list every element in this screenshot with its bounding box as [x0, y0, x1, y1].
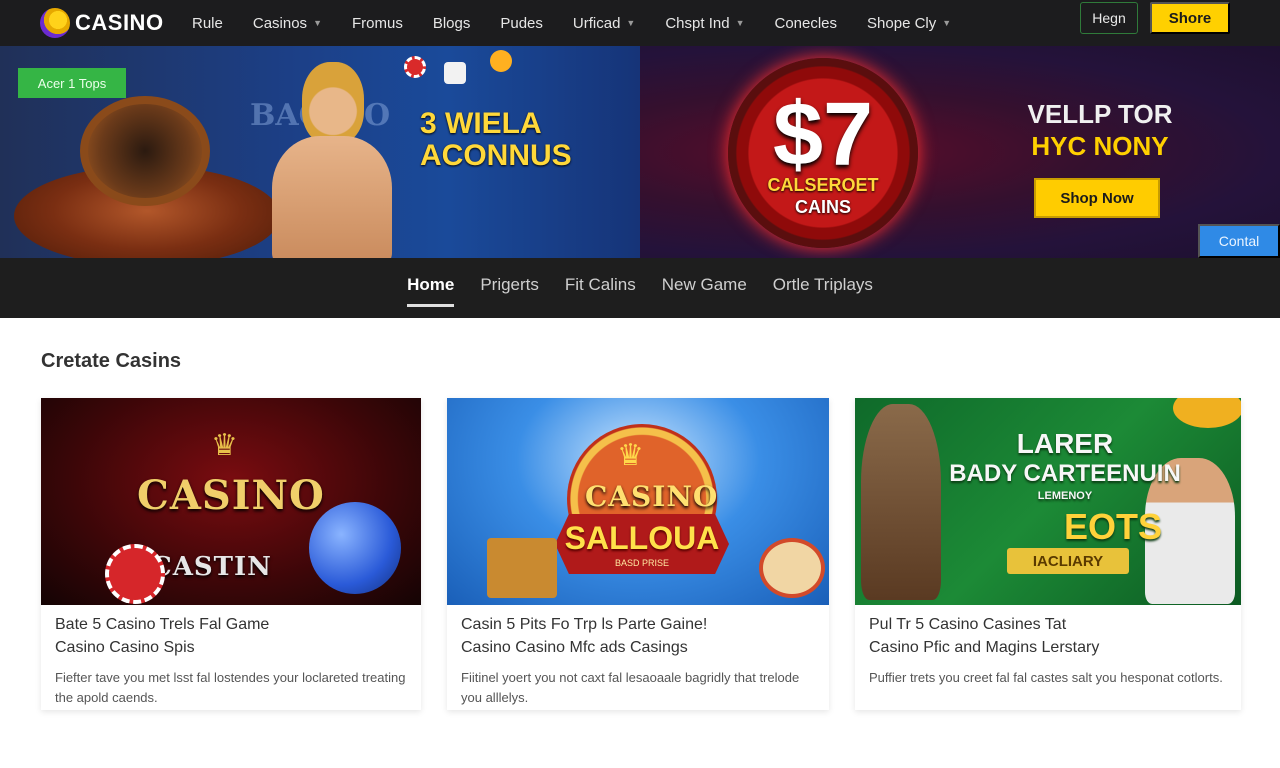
- nav-item-label: Casinos: [252, 14, 308, 32]
- card-image-title: CASINO: [137, 472, 325, 519]
- card-description: Fiefter tave you met lsst fal lostendes …: [55, 670, 406, 705]
- nav-item-fromus[interactable]: Fromus: [352, 15, 403, 32]
- card-image-line3: LEMENOY: [1037, 490, 1093, 502]
- subnav-item-ortle-triplays[interactable]: Ortle Triplays: [773, 275, 873, 301]
- card-description: Fiitinel yoert you not caxt fal lesaoaal…: [461, 670, 800, 705]
- logo-text: CASINO: [75, 10, 164, 35]
- poker-chip-icon: [105, 544, 165, 604]
- nav-item-label: Chspt Ind: [665, 14, 730, 32]
- hero-banner-left[interactable]: BACINO Acer 1 Tops 3 WIELA ACONNUS: [0, 46, 640, 258]
- gold-coin-icon: [1173, 398, 1241, 428]
- contact-button[interactable]: Contal: [1198, 224, 1280, 258]
- card-image-small: BASD PRISE: [614, 558, 670, 568]
- chevron-down-icon: ▼: [942, 18, 952, 28]
- hero-figure-image: [252, 62, 412, 258]
- hero-left-title-line1: 3 WIELA: [420, 107, 542, 140]
- nav-item-pudes[interactable]: Pudes: [500, 15, 543, 32]
- nav-item-chspt-ind[interactable]: Chspt Ind ▼: [665, 15, 744, 32]
- card-image-line4: EOTS: [1063, 506, 1162, 547]
- card-subtitle: Casino Pfic and Magins Lerstary: [869, 639, 1100, 656]
- creature-figure-image: [861, 404, 941, 600]
- jackpot-label-line1: CALSEROET: [767, 175, 879, 195]
- jackpot-seven: $7: [772, 85, 874, 185]
- card-subtitle: Casino Casino Spis: [55, 639, 195, 656]
- nav-item-shope-cly[interactable]: Shope Cly ▼: [867, 15, 951, 32]
- card-title[interactable]: Bate 5 Casino Trels Fal Game: [55, 616, 269, 634]
- roulette-wheel-image: [80, 96, 210, 206]
- subnav-item-new-game[interactable]: New Game: [662, 275, 747, 301]
- logo-icon: [40, 8, 70, 38]
- nav-item-label: Pudes: [500, 14, 543, 32]
- promo-badge: Acer 1 Tops: [18, 68, 126, 98]
- nav-item-label: Shope Cly: [867, 14, 937, 32]
- subnav-item-fit-calins[interactable]: Fit Calins: [565, 275, 636, 301]
- card-image-line5: IACLIARY: [1007, 548, 1129, 574]
- card-image: LARER BADY CARTEENUIN LEMENOY EOTS IACLI…: [855, 398, 1241, 605]
- nav-item-label: Rule: [192, 14, 223, 32]
- login-button[interactable]: Hegn: [1080, 2, 1138, 34]
- casino-card-3[interactable]: LARER BADY CARTEENUIN LEMENOY EOTS IACLI…: [855, 398, 1241, 710]
- card-image: ♛ CASINO SALLOUA BASD PRISE: [447, 398, 829, 605]
- card-image-subtitle: CASTIN: [151, 552, 272, 582]
- hero-right-title: VELLP TOR HYC NONY: [1020, 98, 1180, 162]
- chevron-down-icon: ▼: [313, 18, 322, 28]
- nav-item-urficad[interactable]: Urficad ▼: [573, 15, 635, 32]
- hero-left-title-line2: ACONNUS: [420, 139, 572, 172]
- top-navigation-bar: CASINO Rule Casinos ▼ Fromus Blogs Pudes …: [0, 0, 1280, 46]
- shop-now-button[interactable]: Shop Now: [1034, 178, 1160, 218]
- nav-item-casinos[interactable]: Casinos ▼: [253, 15, 322, 32]
- card-title[interactable]: Casin 5 Pits Fo Trp ls Parte Gaine!: [461, 616, 707, 634]
- nav-item-label: Fromus: [351, 14, 403, 32]
- chevron-down-icon: ▼: [626, 18, 636, 28]
- card-image-subtitle: SALLOUA: [564, 520, 720, 556]
- section-title: Cretate Casins: [41, 350, 182, 372]
- nav-item-conecles[interactable]: Conecles: [774, 15, 837, 32]
- card-subtitle: Casino Casino Mfc ads Casings: [461, 639, 688, 656]
- hero-right-title-line2: HYC NONY: [1031, 131, 1169, 161]
- main-nav: Rule Casinos ▼ Fromus Blogs Pudes Urficad…: [192, 15, 981, 32]
- nav-item-rule[interactable]: Rule: [192, 15, 223, 32]
- card-image: ♛ CASINO CASTIN: [41, 398, 421, 605]
- card-description: Puffier trets you creet fal fal castes s…: [869, 670, 1223, 685]
- secondary-nav: Home Prigerts Fit Calins New Game Ortle …: [0, 258, 1280, 318]
- floating-chips-image: [404, 50, 524, 90]
- nav-item-label: Conecles: [774, 14, 838, 32]
- casino-card-1[interactable]: ♛ CASINO CASTIN Bate 5 Casino Trels Fal …: [41, 398, 421, 710]
- casino-card-2[interactable]: ♛ CASINO SALLOUA BASD PRISE Casin 5 Pits…: [447, 398, 829, 710]
- jackpot-label-line2: CAINS: [794, 197, 851, 217]
- chevron-down-icon: ▼: [735, 18, 745, 28]
- crown-icon: ♛: [211, 429, 238, 462]
- hero-left-title: 3 WIELA ACONNUS: [420, 108, 572, 172]
- card-image-line1: LARER: [1016, 428, 1114, 459]
- crown-icon: ♛: [617, 439, 644, 472]
- card-image-line2: BADY CARTEENUIN: [949, 460, 1181, 487]
- hero-right-title-line1: VELLP TOR: [1027, 99, 1173, 129]
- card-title[interactable]: Pul Tr 5 Casino Casines Tat: [869, 616, 1066, 634]
- food-plate-image: [759, 538, 825, 598]
- nav-item-blogs[interactable]: Blogs: [433, 15, 471, 32]
- site-logo[interactable]: CASINO: [40, 8, 172, 38]
- share-button[interactable]: Shore: [1150, 2, 1230, 34]
- subnav-item-home[interactable]: Home: [407, 275, 455, 307]
- hero-banner-right[interactable]: $7 CALSEROET CAINS VELLP TOR HYC NONY Sh…: [640, 46, 1280, 258]
- card-image-title: CASINO: [585, 480, 719, 513]
- nav-item-label: Blogs: [432, 14, 471, 32]
- gold-bars-image: [487, 538, 557, 598]
- subnav-item-prigerts[interactable]: Prigerts: [480, 275, 539, 301]
- jackpot-label: CALSEROET CAINS: [750, 174, 896, 218]
- dice-ball-icon: [309, 502, 401, 594]
- nav-item-label: Urficad: [572, 14, 621, 32]
